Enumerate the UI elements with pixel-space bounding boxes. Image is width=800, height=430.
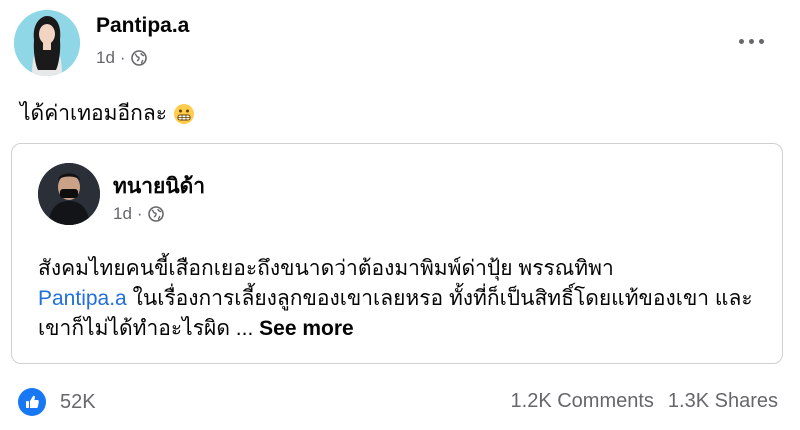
post-meta: 1d ·: [96, 48, 147, 68]
dot-icon: [738, 38, 744, 44]
shared-author-avatar[interactable]: [38, 163, 100, 225]
comments-count-link[interactable]: 1.2K Comments: [511, 390, 654, 413]
reactions-summary[interactable]: 52K: [18, 388, 96, 416]
meta-separator: ·: [119, 48, 126, 67]
like-count: 52K: [60, 390, 96, 413]
globe-icon: [130, 50, 147, 66]
shared-post-meta: 1d ·: [113, 204, 164, 224]
dot-icon: [758, 38, 764, 44]
grimacing-face-emoji-icon: [173, 103, 195, 125]
shared-post-body: สังคมไทยคนขี้เสือกเยอะถึงขนาดว่าต้องมาพิ…: [38, 254, 768, 344]
shared-post-time[interactable]: 1d: [113, 204, 132, 224]
shares-count-link[interactable]: 1.3K Shares: [668, 390, 778, 413]
shared-body-text: ในเรื่องการเลี้ยงลูกของเขาเลยหรอ ทั้งที่…: [38, 287, 753, 340]
more-options-button[interactable]: [729, 26, 773, 56]
author-avatar[interactable]: [14, 10, 80, 76]
shared-post-card[interactable]: ทนายนิด้า 1d · สังคมไทยคนขี้เสือกเยอะถึง…: [11, 143, 783, 364]
post-text-content: ได้ค่าเทอมอีกละ: [20, 102, 167, 125]
mention-link[interactable]: Pantipa.a: [38, 287, 127, 310]
thumbs-up-icon: [18, 388, 46, 416]
post-time[interactable]: 1d: [96, 48, 115, 68]
dot-icon: [748, 38, 754, 44]
post-text: ได้ค่าเทอมอีกละ: [20, 97, 195, 130]
see-more-link[interactable]: See more: [259, 317, 354, 340]
author-name[interactable]: Pantipa.a: [96, 14, 189, 38]
globe-icon: [147, 206, 164, 222]
shared-body-text: สังคมไทยคนขี้เสือกเยอะถึงขนาดว่าต้องมาพิ…: [38, 257, 614, 280]
shared-author-name[interactable]: ทนายนิด้า: [113, 170, 205, 203]
meta-separator: ·: [136, 204, 143, 223]
engagement-counts: 1.2K Comments 1.3K Shares: [511, 390, 778, 413]
